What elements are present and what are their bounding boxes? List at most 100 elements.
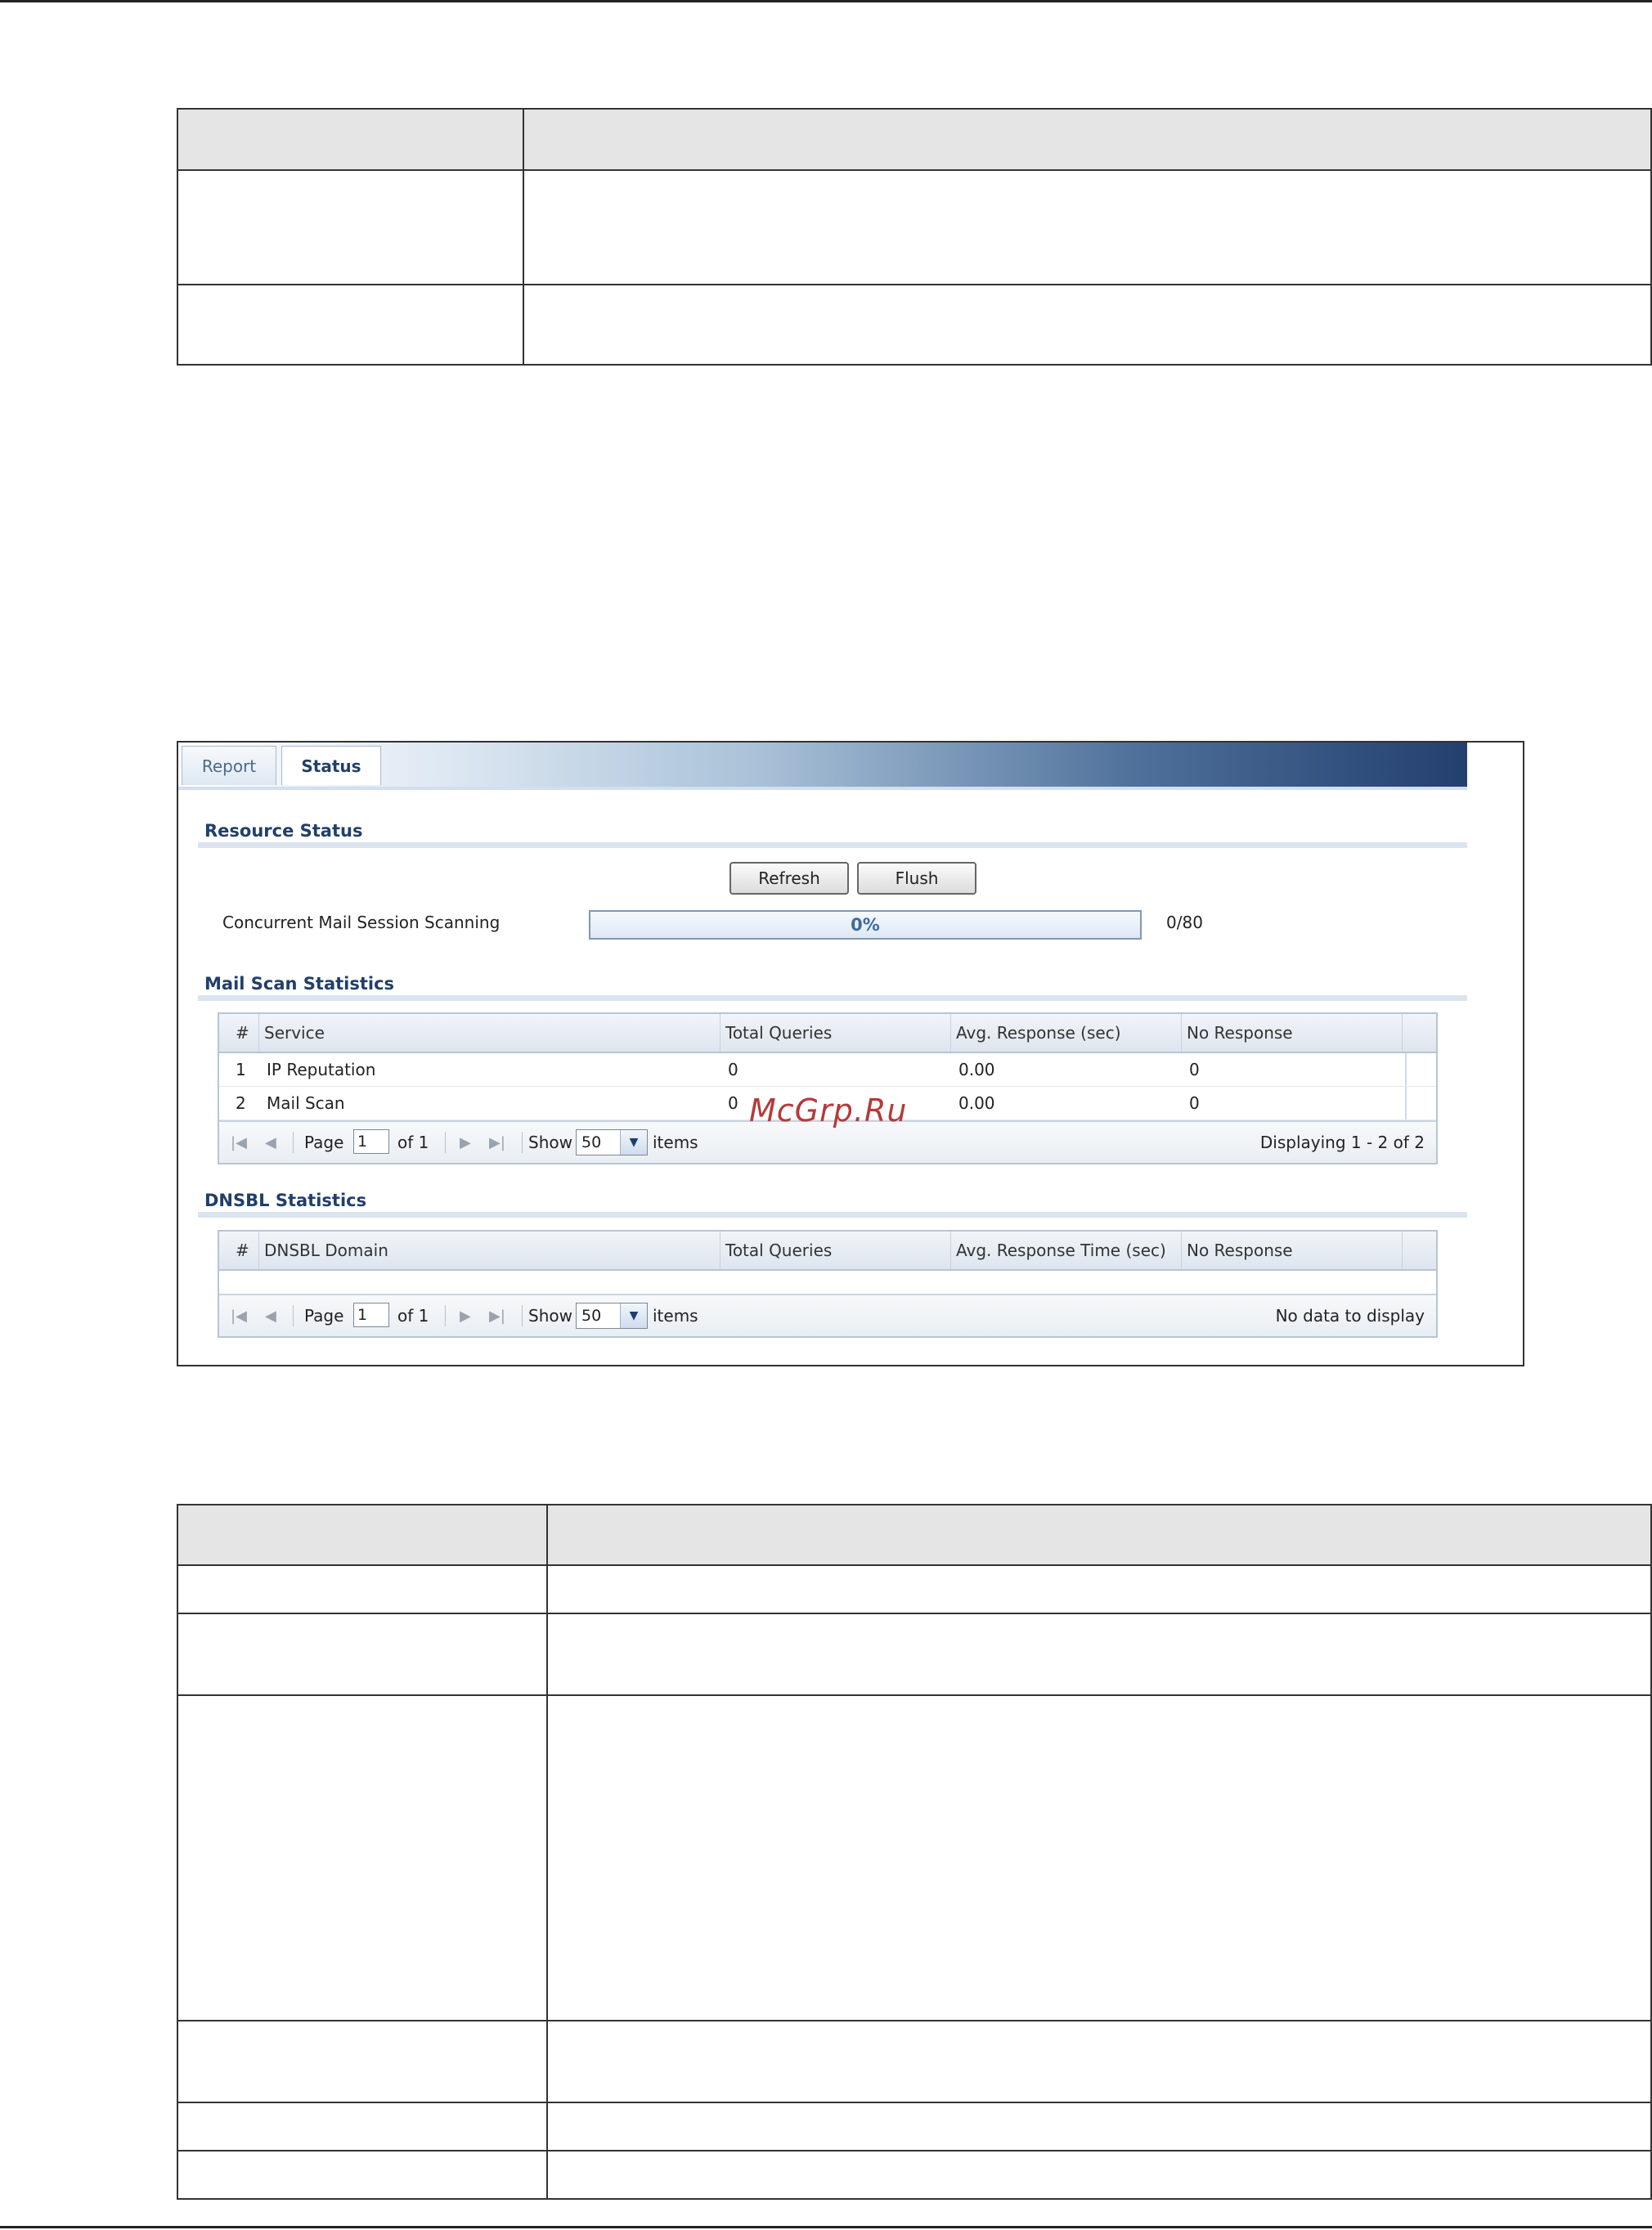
- col-avg-response-time[interactable]: Avg. Response Time (sec): [950, 1232, 1181, 1269]
- items-per-page-value: 50: [581, 1307, 602, 1325]
- lower-table-cell: [546, 2150, 1652, 2200]
- mail-scan-table: # Service Total Queries Avg. Response (s…: [218, 1012, 1438, 1164]
- col-dnsbl-domain[interactable]: DNSBL Domain: [258, 1232, 720, 1269]
- pager-status: No data to display: [1275, 1306, 1425, 1326]
- progress-percent-text: 0%: [851, 915, 880, 935]
- row-service: IP Reputation: [267, 1060, 376, 1079]
- pager-separator: [522, 1305, 523, 1326]
- previous-page-icon[interactable]: ◀: [265, 1295, 276, 1336]
- row-number: 1: [236, 1060, 246, 1079]
- bottom-rule: [0, 2226, 1652, 2228]
- lower-table-cell: [546, 1613, 1652, 1696]
- row-service: Mail Scan: [267, 1093, 345, 1113]
- upper-table-header-cell-1: [177, 108, 524, 171]
- chevron-down-icon[interactable]: ▼: [620, 1303, 647, 1328]
- mail-scan-divider: [198, 995, 1467, 1001]
- lower-table-header-cell-2: [546, 1504, 1652, 1566]
- pager-status: Displaying 1 - 2 of 2: [1259, 1133, 1425, 1152]
- pager-separator: [445, 1305, 446, 1326]
- mail-scan-header-row: # Service Total Queries Avg. Response (s…: [219, 1014, 1436, 1053]
- page-of-label: of 1: [397, 1133, 429, 1152]
- next-page-icon[interactable]: ▶: [460, 1122, 471, 1163]
- page-number-input[interactable]: 1: [353, 1129, 389, 1154]
- session-count: 0/80: [1166, 913, 1203, 932]
- chevron-down-icon[interactable]: ▼: [620, 1130, 647, 1155]
- upper-table-header-cell-2: [523, 108, 1652, 171]
- lower-table-cell: [546, 1694, 1652, 2021]
- dnsbl-divider: [198, 1212, 1467, 1218]
- lower-table-cell: [546, 2020, 1652, 2103]
- col-avg-response[interactable]: Avg. Response (sec): [950, 1014, 1181, 1052]
- last-page-icon[interactable]: ▶|: [489, 1122, 505, 1163]
- lower-table-cell: [546, 2102, 1652, 2151]
- lower-table-cell: [177, 1564, 548, 1614]
- pager-separator: [293, 1132, 294, 1153]
- pager-separator: [522, 1132, 523, 1153]
- refresh-button[interactable]: Refresh: [729, 862, 849, 895]
- page-label: Page: [304, 1133, 344, 1152]
- table-row[interactable]: 1 IP Reputation 0 0.00 0: [219, 1053, 1436, 1087]
- dnsbl-table: # DNSBL Domain Total Queries Avg. Respon…: [218, 1230, 1438, 1338]
- lower-table-header-cell-1: [177, 1504, 548, 1566]
- pager-separator: [293, 1305, 294, 1326]
- upper-table-cell: [523, 284, 1652, 366]
- lower-table-cell: [177, 1694, 548, 2021]
- items-per-page-value: 50: [581, 1133, 602, 1151]
- upper-table-cell: [523, 169, 1652, 285]
- col-service[interactable]: Service: [258, 1014, 720, 1052]
- resource-status-divider: [198, 842, 1467, 848]
- col-number[interactable]: #: [219, 1232, 258, 1269]
- lower-table-cell: [177, 2020, 548, 2103]
- status-screenshot-panel: Report Status Resource Status Refresh Fl…: [177, 741, 1524, 1366]
- row-total-queries: 0: [728, 1060, 738, 1079]
- lower-table-cell: [546, 1564, 1652, 1614]
- dnsbl-title: DNSBL Statistics: [204, 1191, 367, 1210]
- items-label: items: [653, 1133, 698, 1152]
- tab-status[interactable]: Status: [281, 746, 381, 785]
- mail-scan-title: Mail Scan Statistics: [204, 974, 395, 994]
- previous-page-icon[interactable]: ◀: [265, 1122, 276, 1163]
- dnsbl-header-row: # DNSBL Domain Total Queries Avg. Respon…: [219, 1232, 1436, 1271]
- flush-button[interactable]: Flush: [857, 862, 976, 895]
- items-per-page-select[interactable]: 50 ▼: [576, 1129, 648, 1155]
- lower-table-cell: [177, 2150, 548, 2200]
- pager-separator: [445, 1132, 446, 1153]
- col-total-queries[interactable]: Total Queries: [720, 1014, 950, 1052]
- resource-status-title: Resource Status: [204, 821, 363, 841]
- row-no-response: 0: [1189, 1093, 1200, 1113]
- tab-bar: Report Status: [178, 743, 1467, 790]
- col-spacer: [1402, 1014, 1436, 1052]
- row-number: 2: [236, 1093, 246, 1113]
- first-page-icon[interactable]: |◀: [231, 1295, 247, 1336]
- row-total-queries: 0: [728, 1093, 738, 1113]
- upper-table-cell: [177, 284, 524, 366]
- next-page-icon[interactable]: ▶: [460, 1295, 471, 1336]
- row-avg-response: 0.00: [958, 1060, 995, 1079]
- show-label: Show: [528, 1306, 572, 1326]
- col-spacer: [1402, 1232, 1436, 1269]
- page-of-label: of 1: [397, 1306, 429, 1326]
- dnsbl-empty-body: [219, 1271, 1436, 1294]
- upper-table-cell: [177, 169, 524, 285]
- first-page-icon[interactable]: |◀: [231, 1122, 247, 1163]
- col-no-response[interactable]: No Response: [1181, 1014, 1402, 1052]
- scanning-progress-bar: 0%: [589, 910, 1142, 940]
- col-no-response[interactable]: No Response: [1181, 1232, 1402, 1269]
- upper-doc-table: [177, 108, 1652, 366]
- items-label: items: [653, 1306, 698, 1326]
- items-per-page-select[interactable]: 50 ▼: [576, 1303, 648, 1329]
- col-number[interactable]: #: [219, 1014, 258, 1052]
- last-page-icon[interactable]: ▶|: [489, 1295, 505, 1336]
- lower-table-cell: [177, 2102, 548, 2151]
- lower-doc-table: [177, 1504, 1652, 2200]
- top-rule: [0, 0, 1652, 2]
- row-no-response: 0: [1189, 1060, 1200, 1079]
- tab-report[interactable]: Report: [182, 746, 276, 785]
- page-label: Page: [304, 1306, 344, 1326]
- dnsbl-pager: |◀ ◀ Page 1 of 1 ▶ ▶| Show 50 ▼ items No…: [219, 1294, 1436, 1336]
- show-label: Show: [528, 1133, 572, 1152]
- page-number-input[interactable]: 1: [353, 1303, 389, 1327]
- col-total-queries[interactable]: Total Queries: [720, 1232, 950, 1269]
- lower-table-cell: [177, 1613, 548, 1696]
- concurrent-scanning-label: Concurrent Mail Session Scanning: [222, 913, 501, 932]
